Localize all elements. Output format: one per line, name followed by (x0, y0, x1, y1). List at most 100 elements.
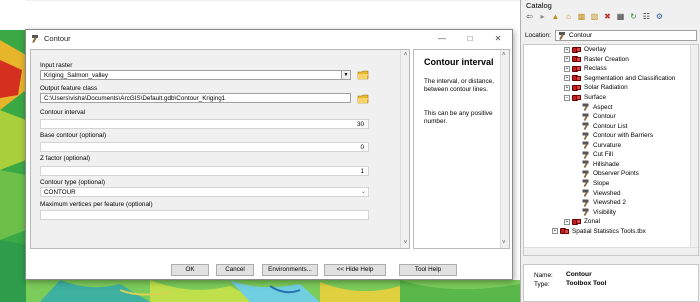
chevron-down-icon[interactable]: ⌄ (361, 188, 366, 196)
tree-tool-item[interactable]: Viewshed (582, 188, 621, 198)
max-vertices-input[interactable] (40, 210, 369, 220)
forward-arrow-icon[interactable]: ▸ (537, 11, 548, 22)
refresh-icon[interactable]: ↻ (628, 11, 639, 22)
collapse-icon[interactable]: − (564, 94, 570, 101)
hammer-icon (582, 151, 589, 159)
tree-item-label: Curvature (593, 141, 622, 149)
scroll-up-icon[interactable]: ˄ (502, 52, 506, 58)
tree-tool-item[interactable]: Curvature (582, 141, 621, 151)
expand-icon[interactable]: + (564, 75, 570, 82)
scroll-up-icon[interactable]: ˄ (402, 52, 409, 58)
disconnect-folder-icon[interactable]: ▨ (589, 11, 600, 22)
tree-tool-item[interactable]: Slope (582, 179, 609, 189)
catalog-window: Catalog ⇦ ▸ ▲ ⌂ ▩ ▨ ✖ ▦ ↻ ☷ ⚙ Location: … (520, 0, 700, 302)
options-icon[interactable]: ☷ (641, 11, 652, 22)
expand-icon[interactable]: + (564, 65, 570, 72)
toolset-icon (576, 56, 581, 62)
tree-tool-item[interactable]: Contour List (582, 121, 627, 131)
tree-item-label: Reclass (584, 65, 607, 73)
tree-item-label: Contour List (593, 122, 628, 130)
hammer-icon (32, 35, 38, 43)
tree-tool-item[interactable]: Viewshed 2 (582, 198, 626, 208)
expand-icon[interactable]: + (552, 228, 558, 235)
contour-interval-input[interactable]: 30 (40, 119, 369, 129)
location-label: Location: (525, 32, 551, 39)
tree-toolset-item[interactable]: + Raster Creation (564, 55, 629, 65)
tree-horizontal-scrollbar[interactable] (524, 247, 698, 255)
toolset-icon (576, 47, 581, 53)
tree-tool-item[interactable]: Hillshade (582, 160, 619, 170)
help-body-note: This can be any positive number. (424, 110, 493, 125)
parameters-scrollbar[interactable]: ˄ ˅ (400, 50, 409, 248)
tree-item-label: Hillshade (593, 160, 620, 168)
tree-item-label: Slope (593, 179, 610, 187)
toolset-icon (576, 95, 581, 100)
tree-tool-item[interactable]: Visibility (582, 207, 616, 217)
base-contour-label: Base contour (optional) (40, 132, 107, 139)
hammer-icon (582, 160, 589, 169)
tree-toolset-item[interactable]: + Segmentation and Classification (564, 74, 675, 84)
help-title: Contour interval (424, 57, 494, 67)
help-pane: Contour interval The interval, or distan… (413, 49, 510, 249)
scroll-down-icon[interactable]: ˅ (402, 240, 409, 246)
minimize-button[interactable]: — (428, 30, 456, 47)
expand-icon[interactable]: + (564, 84, 570, 91)
z-factor-input[interactable]: 1 (40, 166, 369, 176)
up-folder-icon[interactable]: ▲ (550, 11, 561, 22)
ok-button[interactable]: OK (171, 264, 209, 276)
tree-toolset-item[interactable]: − Surface (564, 93, 606, 103)
tree-toolset-item[interactable]: + Zonal (564, 217, 600, 227)
hammer-icon (582, 189, 589, 197)
base-contour-input[interactable]: 0 (40, 142, 369, 152)
views-icon[interactable]: ▦ (615, 11, 626, 22)
tree-item-label: Spatial Statistics Tools.tbx (572, 227, 646, 235)
tree-tool-item[interactable]: Contour with Barriers (582, 131, 653, 141)
connect-folder-icon[interactable]: ▩ (576, 11, 587, 22)
scroll-down-icon[interactable]: ˅ (502, 240, 506, 246)
tree-item-label: Visibility (593, 208, 616, 216)
expand-icon[interactable]: + (564, 56, 570, 63)
tree-tool-item[interactable]: Aspect (582, 102, 613, 112)
help-scrollbar[interactable]: ˄ ˅ (500, 50, 509, 248)
dialog-titlebar[interactable]: Contour — □ ✕ (26, 30, 512, 47)
tool-help-button[interactable]: Tool Help (399, 264, 457, 276)
tree-item-label: Contour with Barriers (593, 132, 654, 140)
type-value: Toolbox Tool (566, 280, 607, 287)
toolset-icon (576, 75, 581, 81)
search-icon[interactable]: ⚙ (654, 11, 665, 22)
tree-item-label: Zonal (584, 218, 600, 226)
tree-item-label: Aspect (593, 103, 613, 111)
dialog-title: Contour (44, 34, 71, 43)
tree-item-label: Viewshed 2 (593, 199, 626, 207)
tree-toolset-item[interactable]: + Solar Radiation (564, 83, 628, 93)
max-vertices-label: Maximum vertices per feature (optional) (40, 201, 153, 208)
expand-icon[interactable]: + (564, 46, 570, 53)
output-feature-class-input[interactable]: C:\Users\visha\Documents\ArcGIS\Default.… (40, 93, 351, 103)
z-factor-label: Z factor (optional) (40, 155, 91, 162)
hide-help-button[interactable]: << Hide Help (324, 264, 386, 276)
browse-output-folder-icon[interactable] (357, 93, 369, 104)
maximize-button[interactable]: □ (456, 30, 484, 47)
environments-button[interactable]: Environments... (262, 264, 318, 276)
tree-toolset-item[interactable]: + Spatial Statistics Tools.tbx (552, 226, 646, 236)
tree-tool-item[interactable]: Contour (582, 112, 616, 122)
toolset-icon (576, 219, 581, 225)
catalog-tree[interactable]: + Overlay + Raster Creation + Reclass + Segment… (523, 44, 699, 256)
help-body: The interval, or distance, between conto… (424, 78, 494, 93)
tree-toolset-item[interactable]: + Overlay (564, 45, 606, 55)
home-icon[interactable]: ⌂ (563, 11, 574, 22)
tree-tool-item[interactable]: Observer Points (582, 169, 639, 179)
close-button[interactable]: ✕ (484, 30, 512, 47)
contour-type-select[interactable]: CONTOUR ⌄ (40, 187, 369, 197)
location-input[interactable]: Contour (555, 30, 697, 41)
cancel-button[interactable]: Cancel (216, 264, 254, 276)
tree-vertical-scrollbar[interactable] (690, 45, 698, 255)
back-arrow-icon[interactable]: ⇦ (524, 11, 535, 22)
delete-icon[interactable]: ✖ (602, 11, 613, 22)
input-raster-select[interactable]: Kriging_Salmon_valley ▼ (40, 70, 351, 80)
tree-toolset-item[interactable]: + Reclass (564, 64, 607, 74)
expand-icon[interactable]: + (564, 218, 570, 225)
tree-tool-item[interactable]: Cut Fill (582, 150, 613, 160)
browse-input-folder-icon[interactable] (357, 69, 369, 80)
chevron-down-icon[interactable]: ▼ (341, 71, 350, 79)
